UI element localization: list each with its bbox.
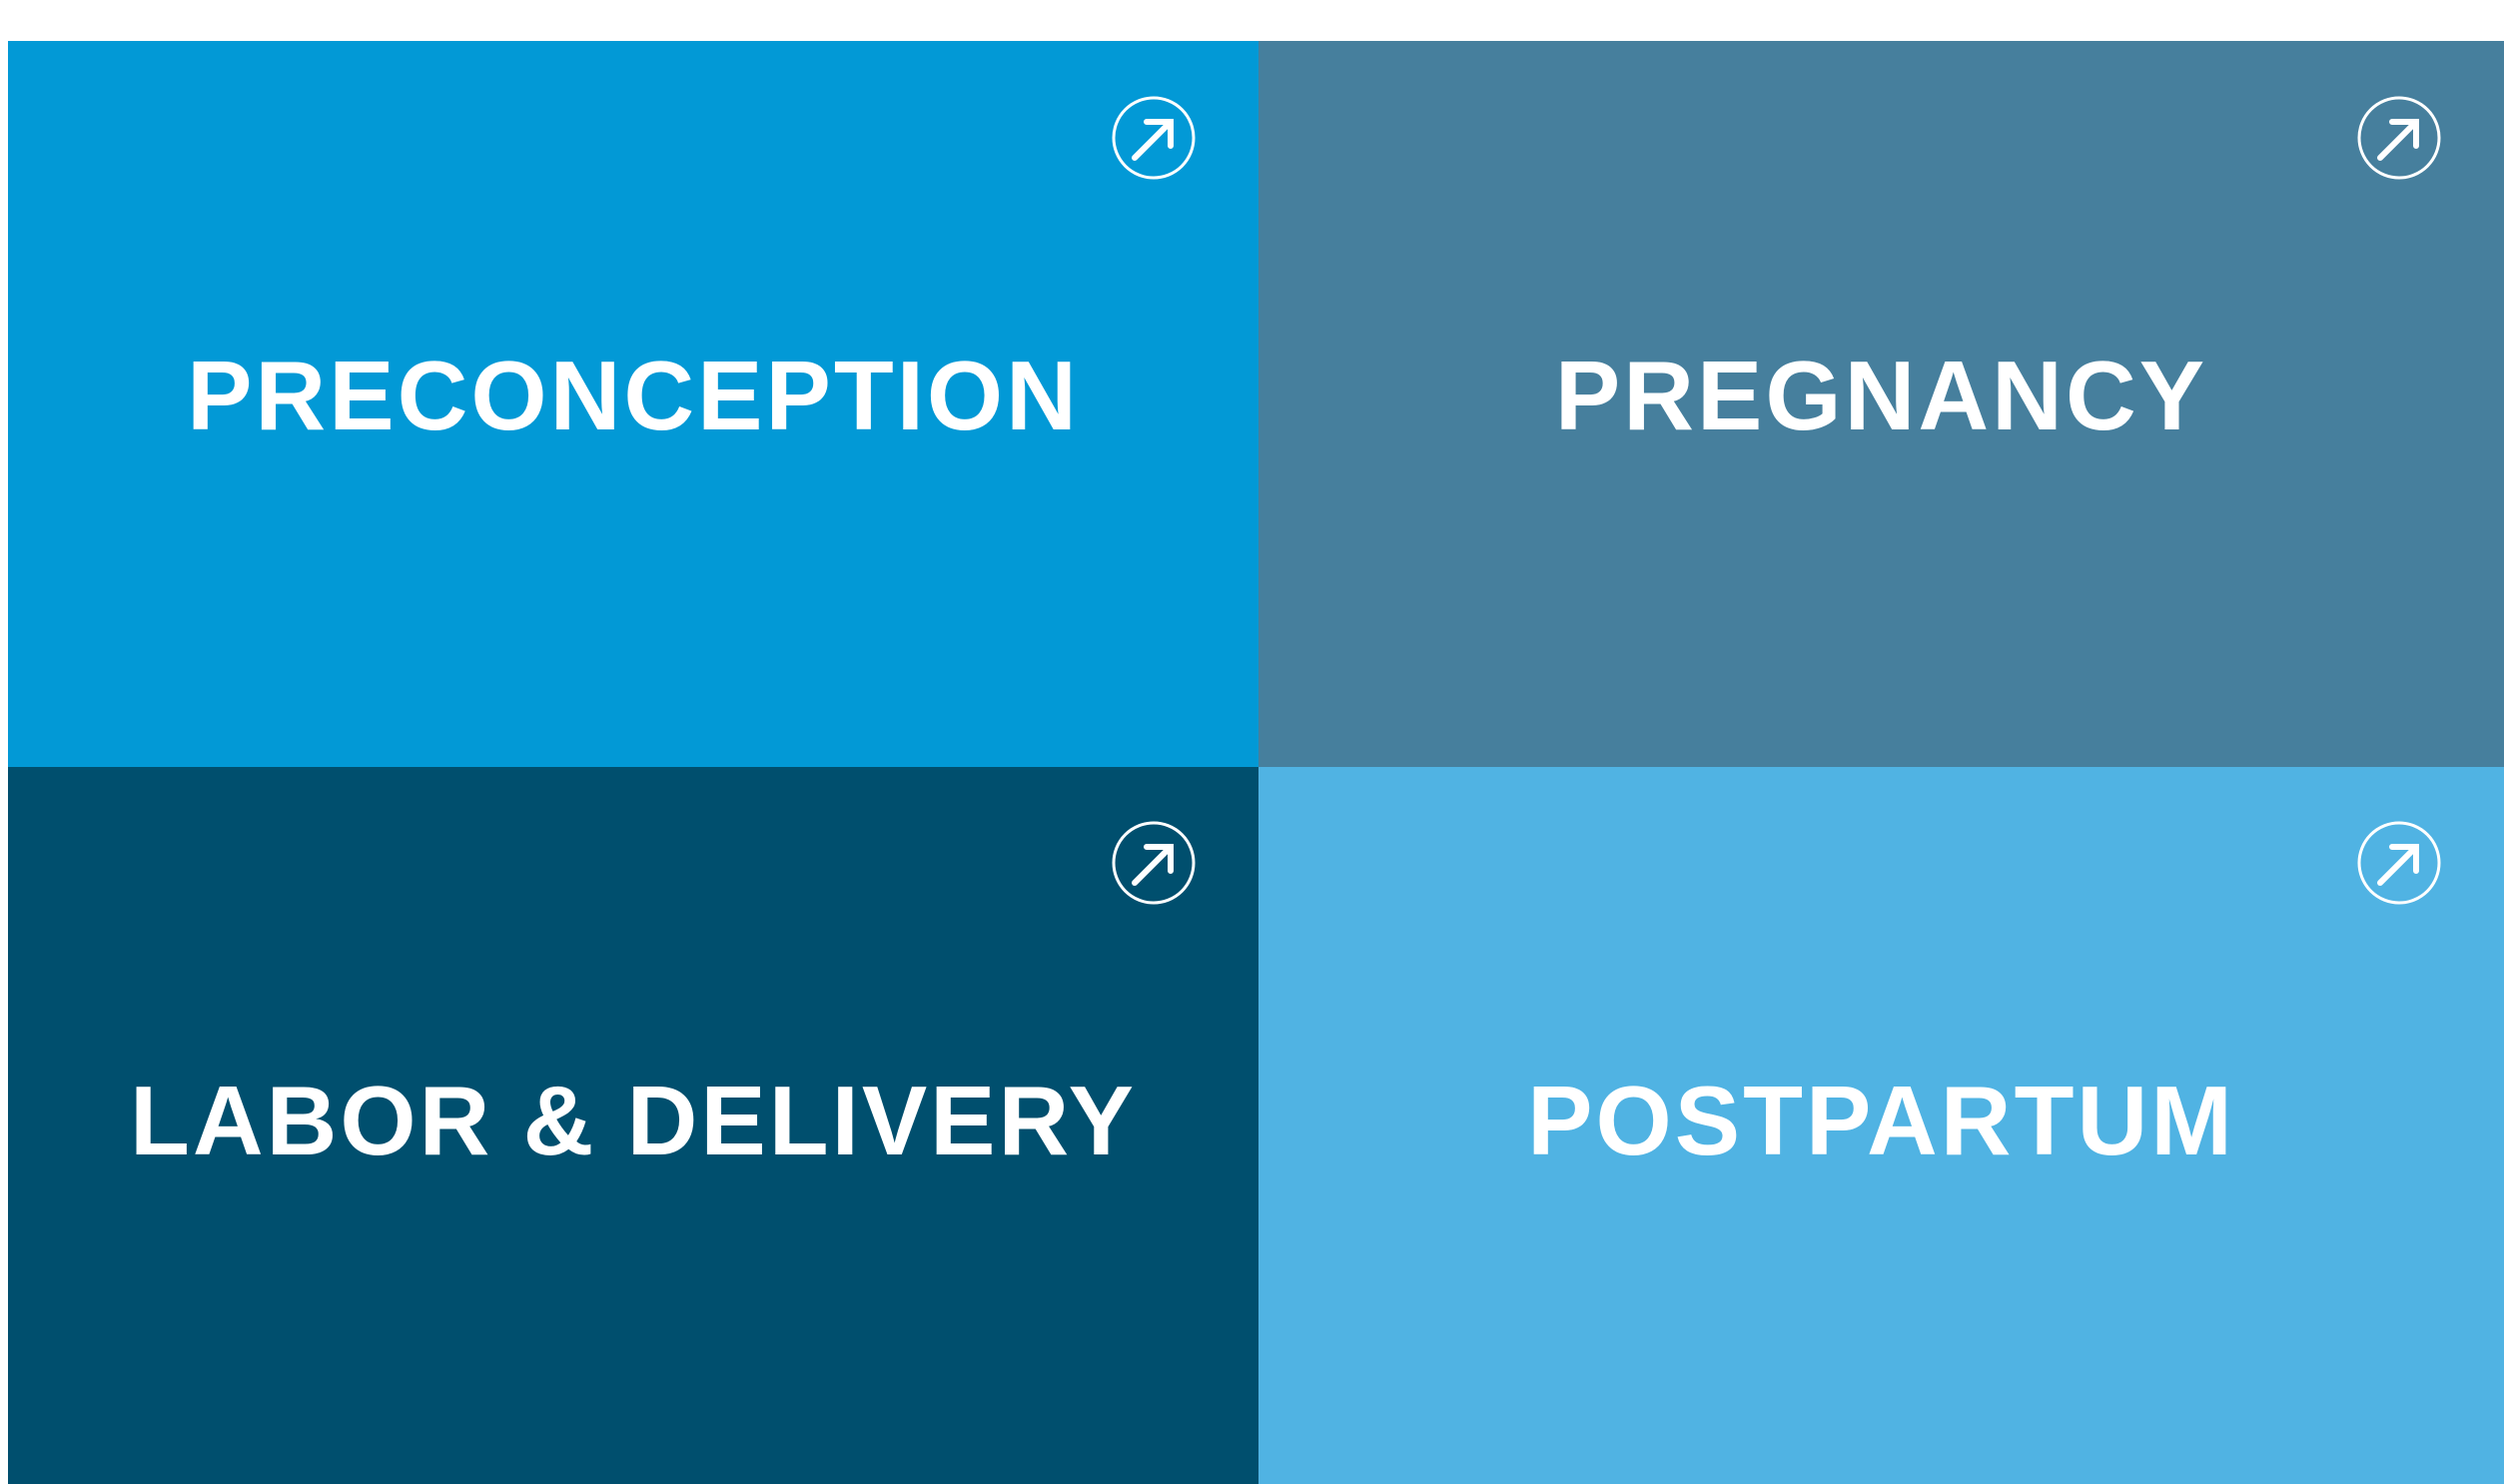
arrow-up-right-circle-icon[interactable] [2357, 96, 2441, 180]
arrow-up-right-circle-icon[interactable] [1112, 96, 1196, 180]
tile-label-preconception: PRECONCEPTION [187, 340, 1080, 450]
tile-label-labor-delivery: LABOR & DELIVERY [129, 1066, 1138, 1175]
stage-tile-grid: PRECONCEPTION PREGNANCY LABOR & DELIVERY [8, 41, 2504, 1484]
arrow-up-right-circle-icon[interactable] [2357, 821, 2441, 905]
tile-pregnancy[interactable]: PREGNANCY [1258, 41, 2504, 767]
tile-preconception[interactable]: PRECONCEPTION [8, 41, 1258, 767]
tile-postpartum[interactable]: POSTPARTUM [1258, 767, 2504, 1484]
tile-label-pregnancy: PREGNANCY [1554, 340, 2208, 450]
tile-label-postpartum: POSTPARTUM [1527, 1066, 2235, 1175]
tile-labor-delivery[interactable]: LABOR & DELIVERY [8, 767, 1258, 1484]
arrow-up-right-circle-icon[interactable] [1112, 821, 1196, 905]
